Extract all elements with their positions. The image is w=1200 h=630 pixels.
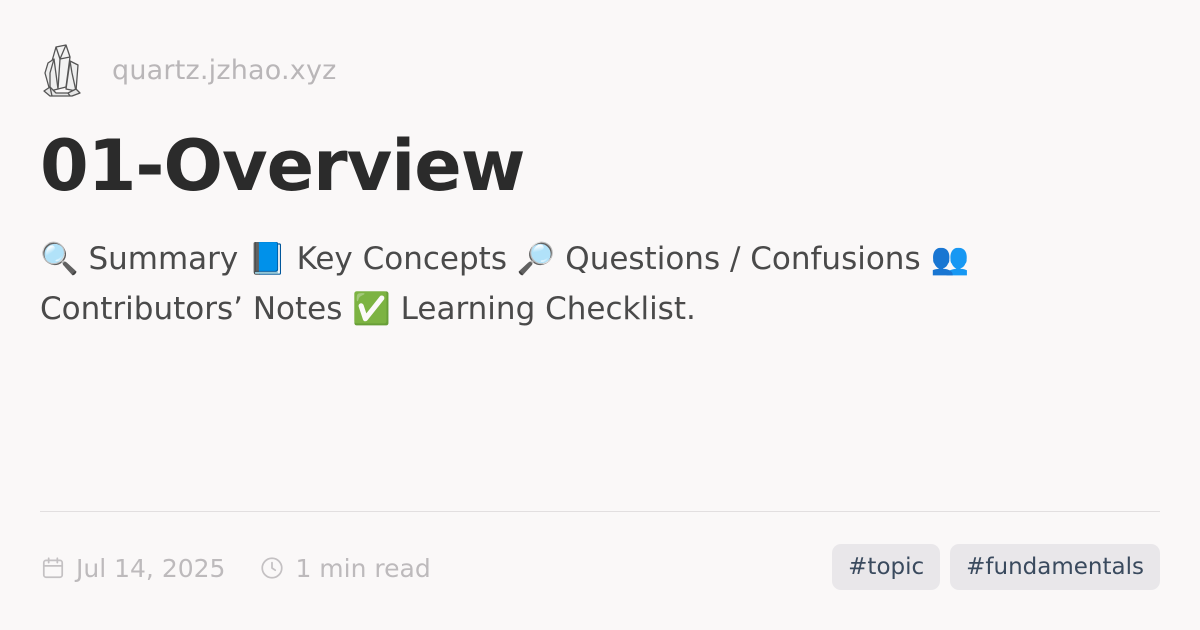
site-header: quartz.jzhao.xyz (42, 42, 337, 98)
tag-list: #topic #fundamentals (832, 544, 1160, 590)
page-meta: Jul 14, 2025 1 min read (40, 548, 431, 588)
page-description: 🔍 Summary 📘 Key Concepts 🔎 Questions / C… (40, 241, 970, 327)
site-url[interactable]: quartz.jzhao.xyz (112, 55, 337, 86)
calendar-icon (40, 555, 66, 581)
tag-topic[interactable]: #topic (832, 544, 941, 590)
page-title: 01-Overview (40, 125, 525, 207)
reading-time-meta: 1 min read (259, 553, 431, 583)
og-card: quartz.jzhao.xyz 01-Overview 🔍 Summary 📘… (0, 0, 1200, 630)
divider (40, 511, 1160, 512)
reading-time-text: 1 min read (295, 553, 431, 583)
crystal-icon (42, 42, 96, 98)
date-meta: Jul 14, 2025 (40, 554, 225, 583)
date-text: Jul 14, 2025 (76, 553, 226, 583)
tag-fundamentals[interactable]: #fundamentals (950, 544, 1160, 590)
clock-icon (259, 555, 285, 581)
